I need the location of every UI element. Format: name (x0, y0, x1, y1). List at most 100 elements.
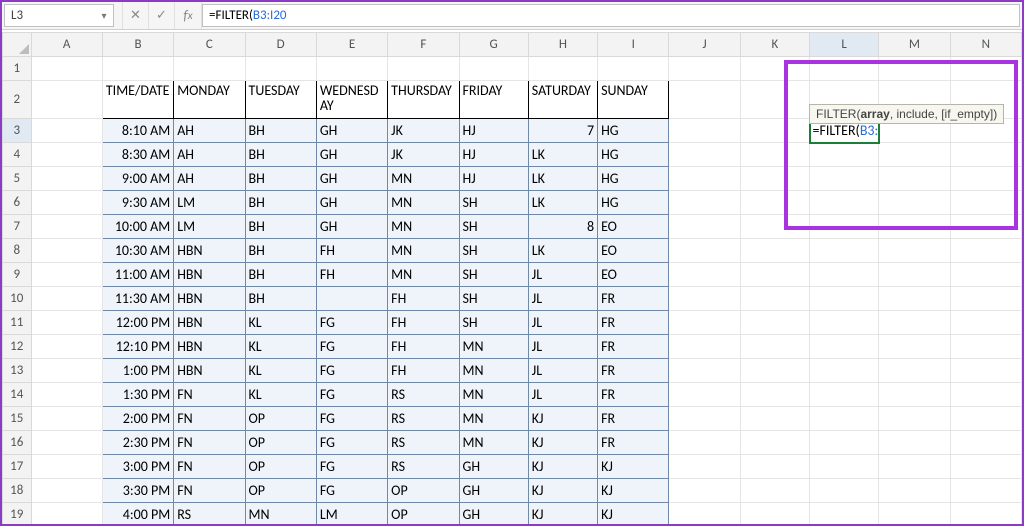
cell[interactable] (528, 57, 597, 81)
cell[interactable] (31, 263, 102, 287)
cell[interactable]: SATURDAY (528, 81, 597, 119)
row-header[interactable]: 15 (3, 407, 32, 431)
table-cell[interactable]: 8:30 AM (102, 143, 173, 167)
row-header[interactable]: 2 (3, 81, 32, 119)
table-cell[interactable]: JL (528, 359, 597, 383)
cell[interactable]: WEDNESDAY (316, 81, 387, 119)
cell[interactable] (810, 431, 879, 455)
row-header[interactable]: 14 (3, 383, 32, 407)
table-cell[interactable]: JL (528, 335, 597, 359)
table-cell[interactable]: 11:30 AM (102, 287, 173, 311)
cell[interactable] (879, 407, 950, 431)
cell[interactable] (31, 119, 102, 143)
cell[interactable] (31, 479, 102, 503)
cell[interactable] (810, 503, 879, 525)
table-cell[interactable]: KJ (598, 455, 669, 479)
table-cell[interactable]: HBN (174, 263, 245, 287)
cell[interactable] (740, 215, 809, 239)
cell[interactable] (810, 455, 879, 479)
table-cell[interactable]: JL (528, 287, 597, 311)
row-header[interactable]: 1 (3, 57, 32, 81)
cell[interactable] (31, 503, 102, 525)
cell[interactable] (879, 215, 950, 239)
table-cell[interactable]: MN (459, 407, 528, 431)
table-cell[interactable]: OP (245, 479, 316, 503)
table-cell[interactable]: FR (598, 383, 669, 407)
table-cell[interactable]: HJ (459, 167, 528, 191)
cell[interactable] (740, 335, 809, 359)
table-cell[interactable]: FN (174, 383, 245, 407)
cell[interactable] (950, 503, 1021, 525)
table-cell[interactable]: JK (388, 143, 459, 167)
table-cell[interactable]: RS (388, 455, 459, 479)
column-header[interactable]: D (245, 33, 316, 57)
cell[interactable] (669, 407, 740, 431)
cell[interactable] (598, 57, 669, 81)
cell[interactable] (31, 383, 102, 407)
cell[interactable] (669, 287, 740, 311)
table-cell[interactable]: BH (245, 119, 316, 143)
cell[interactable] (31, 455, 102, 479)
table-cell[interactable]: HBN (174, 287, 245, 311)
table-cell[interactable]: MN (459, 359, 528, 383)
cell[interactable] (810, 311, 879, 335)
cell[interactable] (31, 81, 102, 119)
cell[interactable] (950, 407, 1021, 431)
table-cell[interactable]: FH (388, 335, 459, 359)
table-cell[interactable]: KJ (528, 479, 597, 503)
table-cell[interactable]: LM (316, 503, 387, 525)
cancel-icon[interactable]: ✕ (122, 2, 148, 29)
cell[interactable] (879, 57, 950, 81)
table-cell[interactable]: BH (245, 263, 316, 287)
table-cell[interactable]: JL (528, 383, 597, 407)
cell[interactable]: SUNDAY (598, 81, 669, 119)
table-cell[interactable]: HBN (174, 359, 245, 383)
cell[interactable] (879, 311, 950, 335)
cell[interactable] (879, 359, 950, 383)
table-cell[interactable]: FR (598, 407, 669, 431)
table-cell[interactable]: KJ (528, 431, 597, 455)
cell[interactable] (950, 479, 1021, 503)
table-cell[interactable]: LK (528, 167, 597, 191)
table-cell[interactable]: LK (528, 191, 597, 215)
column-header[interactable]: G (459, 33, 528, 57)
table-cell[interactable]: OP (245, 455, 316, 479)
cell[interactable] (879, 191, 950, 215)
table-cell[interactable]: FG (316, 335, 387, 359)
table-cell[interactable]: 8 (528, 215, 597, 239)
cell[interactable] (879, 239, 950, 263)
cell[interactable] (459, 57, 528, 81)
table-cell[interactable]: RS (388, 407, 459, 431)
table-cell[interactable]: RS (388, 431, 459, 455)
table-cell[interactable]: EO (598, 263, 669, 287)
cell[interactable] (950, 191, 1021, 215)
name-box[interactable]: L3 ▾ (4, 4, 114, 27)
cell[interactable] (810, 383, 879, 407)
table-cell[interactable]: FG (316, 383, 387, 407)
table-cell[interactable]: FN (174, 455, 245, 479)
table-cell[interactable]: HG (598, 119, 669, 143)
cell[interactable]: FRIDAY (459, 81, 528, 119)
row-header[interactable]: 13 (3, 359, 32, 383)
table-cell[interactable]: SH (459, 287, 528, 311)
table-cell[interactable]: FR (598, 431, 669, 455)
table-cell[interactable]: MN (459, 383, 528, 407)
cell[interactable] (810, 359, 879, 383)
cell[interactable] (669, 81, 740, 119)
cell[interactable] (31, 167, 102, 191)
cell[interactable] (879, 263, 950, 287)
table-cell[interactable]: JK (388, 119, 459, 143)
table-cell[interactable]: 1:00 PM (102, 359, 173, 383)
table-cell[interactable]: HJ (459, 143, 528, 167)
cell[interactable] (669, 57, 740, 81)
table-cell[interactable]: BH (245, 239, 316, 263)
cell[interactable] (950, 239, 1021, 263)
table-cell[interactable]: GH (459, 455, 528, 479)
column-header[interactable]: I (598, 33, 669, 57)
row-header[interactable]: 10 (3, 287, 32, 311)
table-cell[interactable]: HBN (174, 239, 245, 263)
table-cell[interactable]: MN (388, 167, 459, 191)
cell[interactable] (810, 57, 879, 81)
cell[interactable] (810, 167, 879, 191)
table-cell[interactable]: FG (316, 431, 387, 455)
